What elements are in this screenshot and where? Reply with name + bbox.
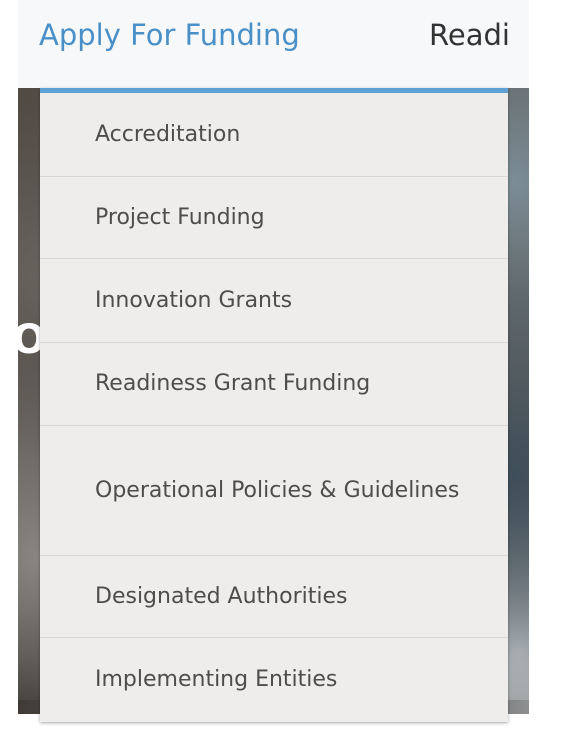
menu-item-label: Accreditation	[95, 121, 241, 147]
menu-item-label: Implementing Entities	[95, 667, 338, 692]
menu-item-label: Innovation Grants	[95, 287, 293, 313]
menu-item-accreditation[interactable]: Accreditation	[40, 93, 508, 177]
menu-item-implementing-entities[interactable]: Implementing Entities	[40, 638, 508, 722]
menu-item-innovation-grants[interactable]: Innovation Grants	[40, 259, 508, 343]
menu-item-operational-policies-guidelines[interactable]: Operational Policies & Guidelines	[40, 426, 508, 556]
page: Apply For Funding Readi O Accreditation …	[0, 0, 569, 737]
nav-item-readiness[interactable]: Readi	[429, 15, 510, 55]
menu-item-label: Designated Authorities	[95, 583, 348, 609]
menu-item-label: Operational Policies & Guidelines	[95, 477, 460, 503]
menu-item-label: Project Funding	[95, 204, 265, 230]
apply-for-funding-dropdown: Accreditation Project Funding Innovation…	[40, 88, 508, 722]
menu-item-label: Readiness Grant Funding	[95, 371, 371, 396]
menu-item-designated-authorities[interactable]: Designated Authorities	[40, 556, 508, 638]
top-navigation-bar: Apply For Funding Readi	[18, 0, 529, 88]
menu-item-project-funding[interactable]: Project Funding	[40, 177, 508, 259]
nav-item-apply-for-funding[interactable]: Apply For Funding	[39, 15, 300, 55]
menu-item-readiness-grant-funding[interactable]: Readiness Grant Funding	[40, 343, 508, 426]
